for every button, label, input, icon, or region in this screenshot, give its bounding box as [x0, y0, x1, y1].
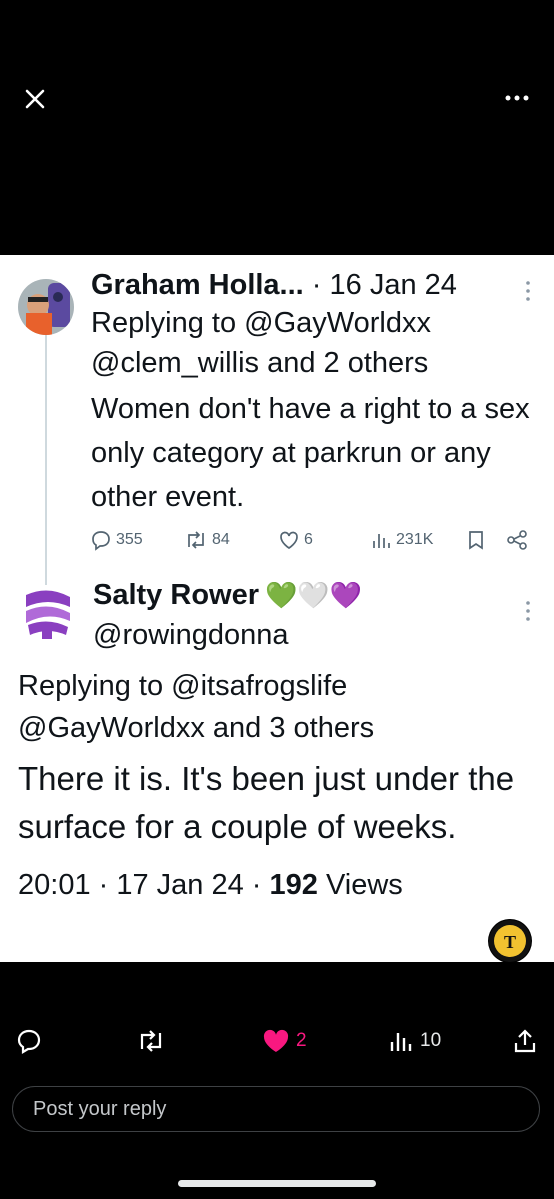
tweet-salty-header: Salty Rower 💚🤍💜 @rowingdonna: [93, 573, 533, 653]
display-name[interactable]: Graham Holla...: [91, 269, 304, 301]
replying-to[interactable]: Replying to @GayWorldxx: [91, 303, 531, 343]
views-action[interactable]: 231K: [370, 529, 433, 551]
views-count: 231K: [396, 531, 434, 548]
user-handle[interactable]: @rowingdonna: [93, 617, 533, 653]
tweet-graham: Graham Holla... · 16 Jan 24 Replying to …: [91, 267, 531, 519]
media-viewer-header: [0, 0, 554, 255]
tweet-actions: 355 84 6 231K: [90, 525, 530, 559]
views-count: 10: [420, 1030, 442, 1051]
reply-input-container: [12, 1086, 540, 1132]
replying-to[interactable]: Replying to @itsafrogslife: [18, 665, 538, 707]
screenshot-image: Graham Holla... · 16 Jan 24 Replying to …: [0, 255, 554, 962]
bookmark-icon[interactable]: [466, 529, 486, 551]
more-vertical-icon[interactable]: [524, 599, 532, 623]
tweet-salty: Replying to @itsafrogslife @GayWorldxx a…: [18, 665, 538, 907]
more-vertical-icon[interactable]: [524, 279, 532, 303]
views-icon: [390, 1033, 412, 1051]
share-icon[interactable]: [506, 529, 528, 551]
reply-action[interactable]: 355: [90, 529, 143, 551]
heart-outline-icon: [280, 531, 298, 550]
repost-action[interactable]: 84: [184, 529, 230, 551]
more-horizontal-icon[interactable]: [504, 88, 530, 108]
reply-count: 355: [116, 531, 143, 548]
tweet-text: Women don't have a right to a sex only c…: [91, 393, 530, 513]
like-count: 2: [296, 1030, 307, 1051]
reply-input[interactable]: [31, 1097, 515, 1122]
translate-badge-icon[interactable]: T: [488, 919, 532, 962]
views-count: 192: [269, 869, 318, 901]
svg-text:T: T: [504, 932, 516, 952]
tweet-date: · 16 Jan 24: [311, 269, 457, 301]
heart-filled-icon: [263, 1029, 289, 1052]
reply-button[interactable]: [16, 1028, 42, 1054]
share-button[interactable]: [512, 1028, 538, 1054]
tweet-meta: 20:01 · 17 Jan 24 · 192 Views: [18, 863, 538, 907]
like-action[interactable]: 6: [278, 529, 313, 551]
close-icon[interactable]: [22, 86, 48, 112]
like-button[interactable]: 2: [262, 1028, 307, 1054]
reply-icon: [92, 531, 110, 551]
replying-to-others[interactable]: @clem_willis and 2 others: [91, 343, 531, 383]
views-button[interactable]: 10: [388, 1028, 441, 1054]
tweet-time: 20:01 · 17 Jan 24 ·: [18, 869, 270, 901]
avatar: [20, 585, 76, 641]
repost-button[interactable]: [136, 1028, 166, 1054]
home-indicator[interactable]: [178, 1180, 376, 1187]
avatar: [18, 279, 74, 335]
share-upload-icon: [514, 1029, 536, 1053]
like-count: 6: [304, 531, 313, 548]
repost-icon: [140, 1030, 162, 1052]
heart-emojis: 💚🤍💜: [265, 580, 363, 610]
reply-icon: [17, 1029, 41, 1054]
repost-icon: [188, 531, 204, 549]
bottom-action-bar: 2 10: [0, 1020, 554, 1070]
views-icon: [373, 534, 390, 548]
tweet-text: There it is. It's been just under the su…: [18, 760, 515, 845]
display-name[interactable]: Salty Rower: [93, 573, 259, 617]
repost-count: 84: [212, 531, 230, 548]
replying-to-others[interactable]: @GayWorldxx and 3 others: [18, 707, 538, 749]
views-label: Views: [317, 869, 403, 901]
